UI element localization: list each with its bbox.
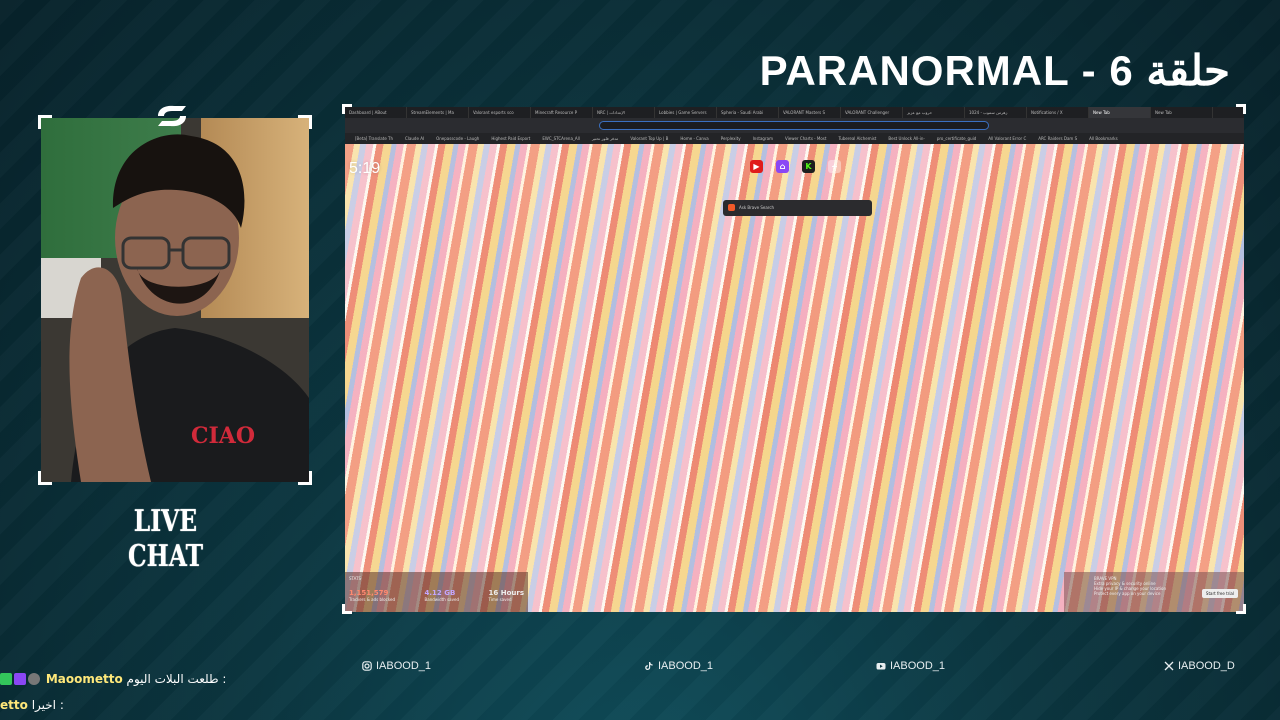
browser-tab[interactable]: Notifications / X [1027,107,1089,118]
instagram-handle: IABOOD_1 [376,660,432,672]
bookmark-item[interactable]: Perplexity [715,133,747,144]
bandwidth-saved-value: 4.12 GB [424,589,456,597]
chat-username: Maoometto [45,672,123,686]
avatar-badge-icon [28,673,40,685]
browser-tab[interactable]: VALORANT Masters S [779,107,841,118]
browser-tab[interactable]: VALORANT Challenger [841,107,903,118]
time-saved-value: 16 Hours [488,589,524,597]
bookmark-item[interactable]: Viewer Charts - Most [779,133,832,144]
bookmark-item[interactable]: Onepasscode - Laugh [430,133,485,144]
youtube-icon[interactable]: ▶ [750,160,763,173]
tiktok-handle: IABOOD_1 [658,660,714,672]
screen-corner-bottom-right [1236,604,1246,614]
brave-search-box[interactable]: Ask Brave Search [723,200,872,216]
x-icon [1164,661,1174,671]
social-youtube: IABOOD_1 [876,660,945,672]
vpn-start-trial-button[interactable]: Start free trial [1201,589,1238,598]
chat-text: اخيرا : [31,698,64,712]
youtube-handle: IABOOD_1 [890,660,946,672]
youtube-icon [876,663,886,670]
chat-message: etto اخيرا : [0,698,64,712]
kick-icon[interactable]: K [802,160,815,173]
browser-tab[interactable]: Minecraft Resource P [531,107,593,118]
bookmark-item[interactable]: All Bookmarks [1083,133,1124,144]
bookmark-item[interactable]: مدفر فلور تحتير [586,133,624,144]
chat-message: Maoometto طلعت البلات اليوم : [0,672,226,686]
browser-tab[interactable]: New Tab [1089,107,1151,118]
brave-vpn-card: BRAVE VPN Extra privacy & security onlin… [1064,572,1244,612]
tiktok-icon [645,662,653,670]
browser-tab[interactable]: Valorant esports sco [469,107,531,118]
bookmark-item[interactable]: EWC_STCArena_All [536,133,586,144]
live-chat-label: LIVE CHAT [128,504,204,574]
chat-username: etto [0,698,28,712]
x-handle: IABOOD_D [1178,660,1235,672]
social-x: IABOOD_D [1164,660,1235,672]
bookmark-item[interactable]: All Valorant Error C [982,133,1032,144]
webcam-corner-bottom-right [298,471,312,485]
top-sites-shortcuts: ▶ ⌂ K + [750,160,841,173]
brave-lion-icon [728,204,735,211]
webcam-feed: CIAO [41,118,309,482]
search-placeholder: Ask Brave Search [739,205,775,210]
browser-screen-capture: Dashboard | ABout StreamElements | Ma Valo… [345,107,1244,612]
episode-title: PARANORMAL - 6 حلقة [759,47,1230,94]
bookmark-item[interactable]: Home - Canva [674,133,714,144]
webcam-corner-top-right [298,115,312,129]
bookmark-item[interactable]: Highest Paid Esport [485,133,536,144]
bookmarks-bar: [Beta] Translate Th Claude AI Onepasscode … [345,133,1244,144]
browser-tab[interactable]: NRC | الإعدادات [593,107,655,118]
browser-tab[interactable]: Spheria - Saudi Arabi [717,107,779,118]
sub-badge-icon [14,673,26,685]
address-input[interactable] [599,121,989,130]
trackers-blocked-value: 1,151,579 [349,589,389,597]
bandwidth-saved-label: Bandwidth saved [424,597,459,602]
webcam-corner-top-left [38,115,52,129]
chat-text: طلعت البلات اليوم : [126,672,227,686]
bookmark-item[interactable]: Tubereal Alchemist [832,133,882,144]
browser-address-bar [345,118,1244,133]
browser-tab[interactable]: حروب مع عزيز [903,107,965,118]
browser-tab[interactable]: New Tab [1151,107,1213,118]
bookmark-item[interactable]: ARC Raiders Dam S [1032,133,1083,144]
screen-corner-bottom-left [342,604,352,614]
time-saved-label: Time saved [488,597,512,602]
screen-corner-top-right [1236,104,1246,114]
bookmark-item[interactable]: Best Unlock All-in- [882,133,930,144]
brave-stats-card: STATS 1,151,579 Trackers & ads blocked 4.… [345,572,528,612]
browser-tab[interactable]: Dashboard | ABout [345,107,407,118]
twitch-icon[interactable]: ⌂ [776,160,789,173]
bookmark-item[interactable]: Valorant Top Up | B [624,133,674,144]
bookmark-item[interactable]: [Beta] Translate Th [349,133,399,144]
add-site-icon[interactable]: + [828,160,841,173]
browser-tab[interactable]: Lobbies | Game Servers [655,107,717,118]
browser-tab-bar: Dashboard | ABout StreamElements | Ma Valo… [345,107,1244,118]
stats-heading: STATS [349,576,362,581]
brand-logo-icon [158,105,186,127]
new-tab-clock: 5:19 [349,160,381,177]
browser-tab[interactable]: 1024 - زهرمن سموب [965,107,1027,118]
social-instagram: IABOOD_1 [362,660,431,672]
screen-corner-top-left [342,104,352,114]
social-tiktok: IABOOD_1 [644,660,713,672]
svg-text:CIAO: CIAO [191,423,255,449]
verified-badge-icon [0,673,12,685]
webcam-corner-bottom-left [38,471,52,485]
instagram-icon [362,661,372,671]
webcam-image: CIAO [41,118,309,482]
trackers-blocked-label: Trackers & ads blocked [349,597,395,602]
bookmark-item[interactable]: Claude AI [399,133,430,144]
bookmark-item[interactable]: Instagram [747,133,779,144]
bookmark-item[interactable]: pro_certificate_guid [931,133,982,144]
browser-tab[interactable]: StreamElements | Ma [407,107,469,118]
